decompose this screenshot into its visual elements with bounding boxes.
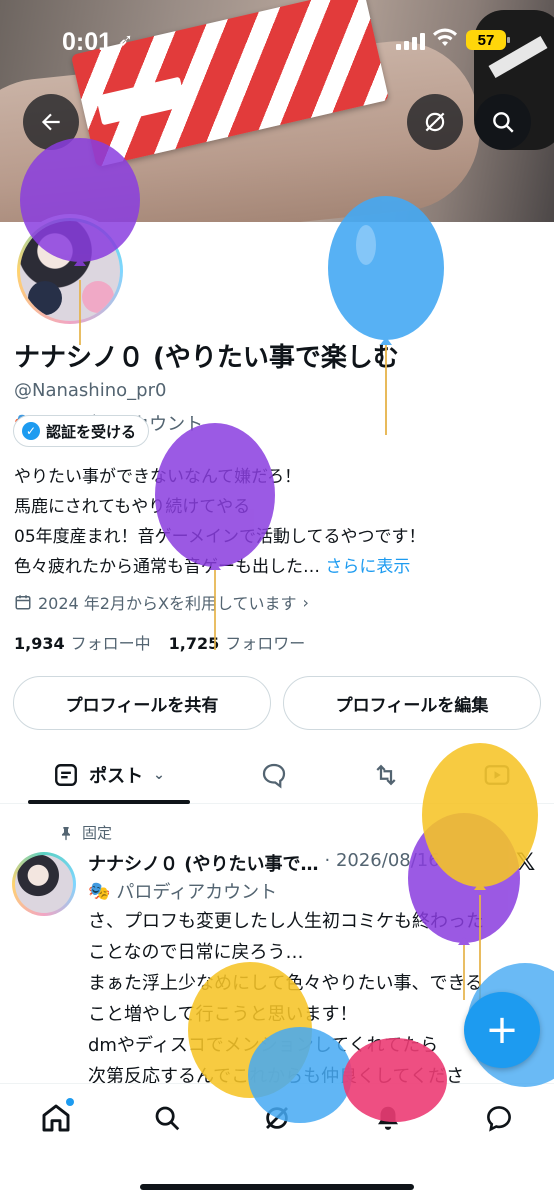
nav-messages[interactable]	[479, 1098, 519, 1138]
post-avatar[interactable]	[12, 852, 76, 916]
following-link[interactable]: 1,934 フォロー中	[14, 630, 151, 654]
nav-notifications[interactable]	[368, 1098, 408, 1138]
pinned-indicator: 固定	[58, 822, 112, 843]
balloon-blue-top-right-icon	[328, 196, 444, 435]
status-bar: 0:01 ➶ 57	[0, 0, 554, 84]
status-time: 0:01	[62, 28, 113, 56]
grok-icon	[425, 112, 445, 132]
search-button[interactable]	[475, 94, 531, 150]
home-indicator	[140, 1184, 414, 1190]
bio-line-last: 色々疲れたから通常も音ゲーも出した… さらに表示	[14, 557, 411, 577]
profile-tabs: ポスト ⌄	[0, 746, 554, 804]
bio: やりたい事ができないなんて嫌だろ！ 馬鹿にされてもやり続けてやる 05年度産まれ…	[14, 462, 544, 582]
nav-home[interactable]	[36, 1098, 76, 1138]
pin-icon	[62, 826, 70, 840]
post-text-line: ことなので日常に戻ろう…	[88, 942, 304, 963]
rocket-icon: ➶	[118, 30, 134, 51]
follow-stats: 1,934 フォロー中 1,725 フォロワー	[14, 630, 305, 654]
edit-profile-button[interactable]: プロフィールを編集	[283, 676, 541, 730]
posts-icon	[55, 764, 78, 786]
post-date[interactable]: · 2026/08/16	[325, 850, 440, 876]
share-profile-button[interactable]: プロフィールを共有	[13, 676, 271, 730]
tab-reposts[interactable]	[369, 758, 403, 792]
wifi-icon	[433, 28, 457, 46]
nav-search[interactable]	[147, 1098, 187, 1138]
signal-icon	[396, 32, 425, 50]
reply-icon	[262, 763, 286, 789]
notifications-icon	[378, 1106, 398, 1130]
display-name: ナナシノ０ (やりたい事で楽しむ	[14, 343, 399, 373]
tab-underline	[28, 800, 190, 804]
tab-replies[interactable]	[257, 758, 291, 792]
calendar-icon	[15, 595, 31, 610]
post-text-line: まぁた浮上少なめにして色々やりたい事、できる	[88, 973, 484, 994]
x-logo-icon: 𝕏	[516, 848, 536, 876]
nav-grok[interactable]	[257, 1098, 297, 1138]
back-button[interactable]	[23, 94, 79, 150]
handle: @Nanashino_pr0	[14, 380, 167, 401]
grok-button[interactable]	[407, 94, 463, 150]
tab-posts[interactable]: ポスト ⌄	[28, 746, 190, 804]
search-icon	[155, 1106, 180, 1131]
notification-dot	[66, 1098, 74, 1106]
bottom-nav	[0, 1083, 554, 1200]
show-more-link[interactable]: さらに表示	[325, 557, 410, 577]
grok-icon	[266, 1107, 288, 1129]
messages-icon	[487, 1106, 511, 1132]
bio-line: 馬鹿にされてもやり続けてやる	[14, 497, 251, 517]
chevron-right-icon: ›	[302, 592, 309, 612]
avatar-art	[20, 221, 120, 321]
search-icon	[493, 112, 514, 133]
home-icon	[42, 1104, 70, 1132]
battery-indicator: 57	[466, 30, 510, 50]
back-arrow-icon	[41, 113, 60, 131]
post-text-line: さ、プロフも変更したし人生初コミケも終わった	[88, 911, 484, 932]
chevron-down-icon: ⌄	[153, 767, 165, 783]
compose-button[interactable]: +	[464, 992, 540, 1068]
repost-icon	[376, 764, 396, 786]
post-author[interactable]: ナナシノ０ (やりたい事で…	[88, 850, 319, 876]
bio-line: 05年度産まれ！音ゲーメインで活動してるやつです！	[14, 527, 426, 547]
profile-avatar[interactable]	[13, 214, 127, 328]
post-parody-label: 🎭 パロディアカウント	[88, 880, 278, 904]
tab-media[interactable]	[480, 758, 514, 792]
joined-date[interactable]: 2024 年2月からXを利用しています ›	[14, 590, 309, 614]
get-verified-button[interactable]: ✓ 認証を受ける	[13, 415, 150, 447]
followers-link[interactable]: 1,725 フォロワー	[169, 630, 306, 654]
post-header: ナナシノ０ (やりたい事で… · 2026/08/16	[88, 850, 528, 876]
video-icon	[484, 765, 510, 785]
parody-mask-icon: 🎭	[88, 880, 111, 902]
bio-line: やりたい事ができないなんて嫌だろ！	[14, 467, 302, 487]
verified-badge-icon: ✓	[22, 422, 40, 440]
